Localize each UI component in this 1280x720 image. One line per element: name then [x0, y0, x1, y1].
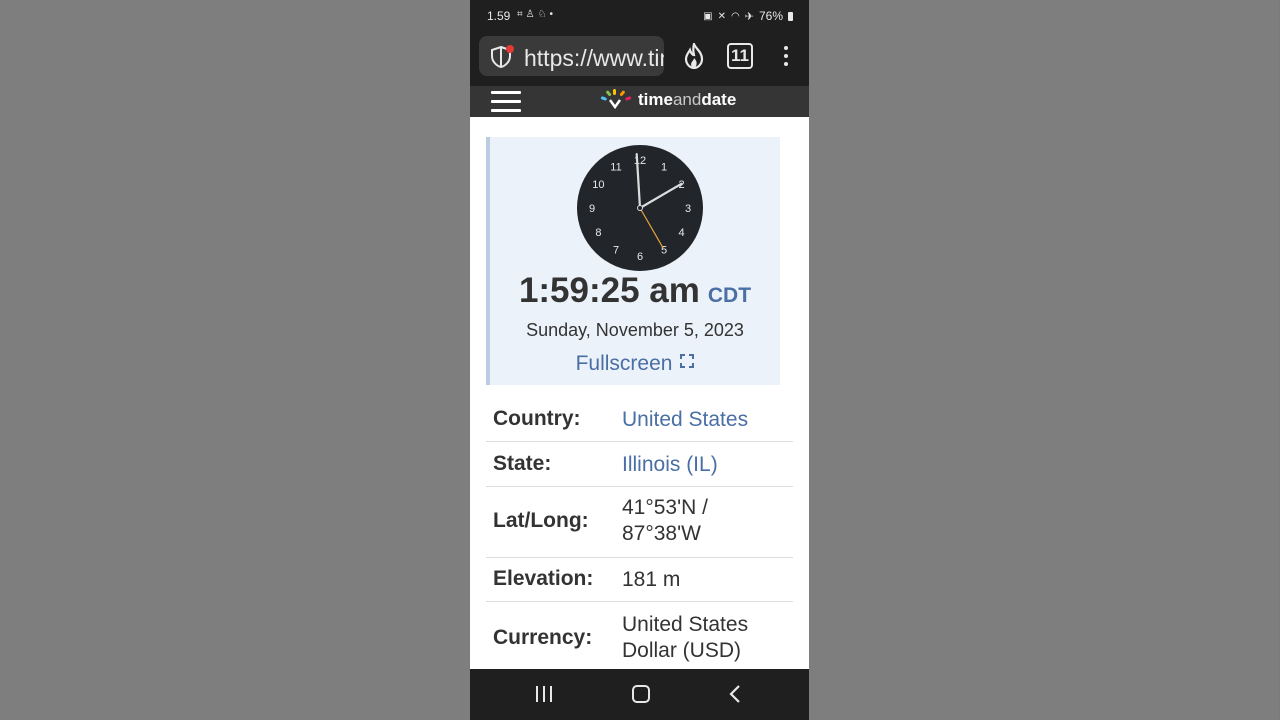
latitude-text: 41°53'N /: [622, 496, 708, 519]
site-header: timeanddate: [470, 86, 809, 117]
analog-clock: 121234567891011: [577, 145, 703, 271]
android-nav-bar: [470, 669, 809, 720]
notification-dot: [506, 45, 514, 53]
clock-number: 4: [679, 227, 685, 239]
status-right: ▣ ✕ ◠ ✈ 76%: [703, 9, 793, 23]
elevation-value: 181 m: [622, 568, 681, 591]
table-row-country: Country: United States: [486, 398, 793, 442]
clock-number: 8: [595, 227, 601, 239]
site-logo[interactable]: timeanddate: [600, 88, 736, 112]
clock-center: [637, 205, 643, 211]
elevation-label: Elevation:: [493, 567, 594, 590]
back-icon[interactable]: [728, 684, 742, 704]
left-backdrop: [0, 0, 470, 720]
currency-text-line1: United States: [622, 613, 749, 636]
status-time: 1.59: [487, 9, 511, 23]
notification-icons: ⌗♙♘•: [517, 9, 557, 20]
browser-toolbar: https://www.timeanddate.com 11: [470, 32, 809, 86]
hamburger-menu-icon[interactable]: [491, 91, 521, 113]
tab-switcher-button[interactable]: 11: [727, 43, 753, 69]
country-label: Country:: [493, 407, 581, 430]
table-row-state: State: Illinois (IL): [486, 442, 793, 487]
right-backdrop: [809, 0, 1279, 720]
clock-number: 3: [685, 203, 691, 215]
longitude-text: 87°38'W: [622, 522, 701, 545]
latlong-label: Lat/Long:: [493, 509, 589, 532]
recent-apps-icon[interactable]: [536, 686, 554, 702]
logo-text-and: and: [672, 90, 702, 109]
table-row-elevation: Elevation: 181 m: [486, 558, 793, 602]
currency-text-line2: Dollar (USD): [622, 639, 742, 662]
url-text[interactable]: https://www.timeanddate.com: [524, 45, 664, 72]
wifi-icon: ◠: [731, 10, 740, 22]
fullscreen-label[interactable]: Fullscreen: [576, 352, 673, 375]
mute-icon: ✕: [717, 10, 727, 22]
current-date: Sunday, November 5, 2023: [526, 320, 744, 340]
status-bar: 1.59 ⌗♙♘• ▣ ✕ ◠ ✈ 76%: [470, 0, 809, 32]
clock-number: 11: [610, 161, 621, 173]
latlong-value: 41°53'N / 87°38'W: [622, 495, 708, 547]
current-time: 1:59:25 am: [518, 271, 700, 310]
clock-number: 12: [634, 155, 646, 167]
more-icon[interactable]: [784, 46, 788, 68]
home-icon[interactable]: [632, 685, 650, 703]
clock-number: 7: [613, 245, 619, 257]
digital-time: 1:59:25 am CDT: [490, 271, 780, 311]
fullscreen-icon[interactable]: [680, 354, 695, 369]
clock-panel: 12 1 2 3 4 5 6 7 8 9 10 11 1:59:25 am CDT Sunday, No…: [486, 137, 780, 385]
state-link[interactable]: Illinois (IL): [622, 452, 718, 478]
phone-screen: 1.59 ⌗♙♘• ▣ ✕ ◠ ✈ 76% https://www.timean…: [470, 0, 809, 720]
airplane-icon: ✈: [744, 10, 754, 23]
state-label: State:: [493, 452, 552, 475]
battery-level: 76%: [758, 9, 783, 23]
location-info-table: Country: United States State: Illinois (…: [486, 398, 793, 672]
nfc-icon: ▣: [703, 10, 713, 22]
flame-icon[interactable]: [682, 43, 706, 69]
logo-text-date: date: [701, 90, 737, 109]
logo-mark-icon: [600, 89, 632, 110]
clock-number: 6: [637, 251, 643, 263]
currency-label: Currency:: [493, 626, 593, 649]
battery-icon: [788, 11, 793, 21]
timezone-link[interactable]: CDT: [708, 284, 751, 307]
clock-number: 10: [592, 179, 604, 191]
clock-number: 1: [661, 161, 667, 173]
currency-value: United States Dollar (USD): [622, 612, 748, 664]
table-row-latlong: Lat/Long: 41°53'N / 87°38'W: [486, 487, 793, 558]
fullscreen-link[interactable]: Fullscreen: [490, 352, 780, 376]
clock-number: 9: [589, 203, 595, 215]
country-link[interactable]: United States: [622, 407, 748, 433]
url-bar[interactable]: https://www.timeanddate.com: [479, 36, 664, 76]
logo-text-time: time: [638, 90, 673, 109]
logo-wordmark: timeanddate: [638, 90, 736, 110]
table-row-currency: Currency: United States Dollar (USD): [486, 602, 793, 672]
